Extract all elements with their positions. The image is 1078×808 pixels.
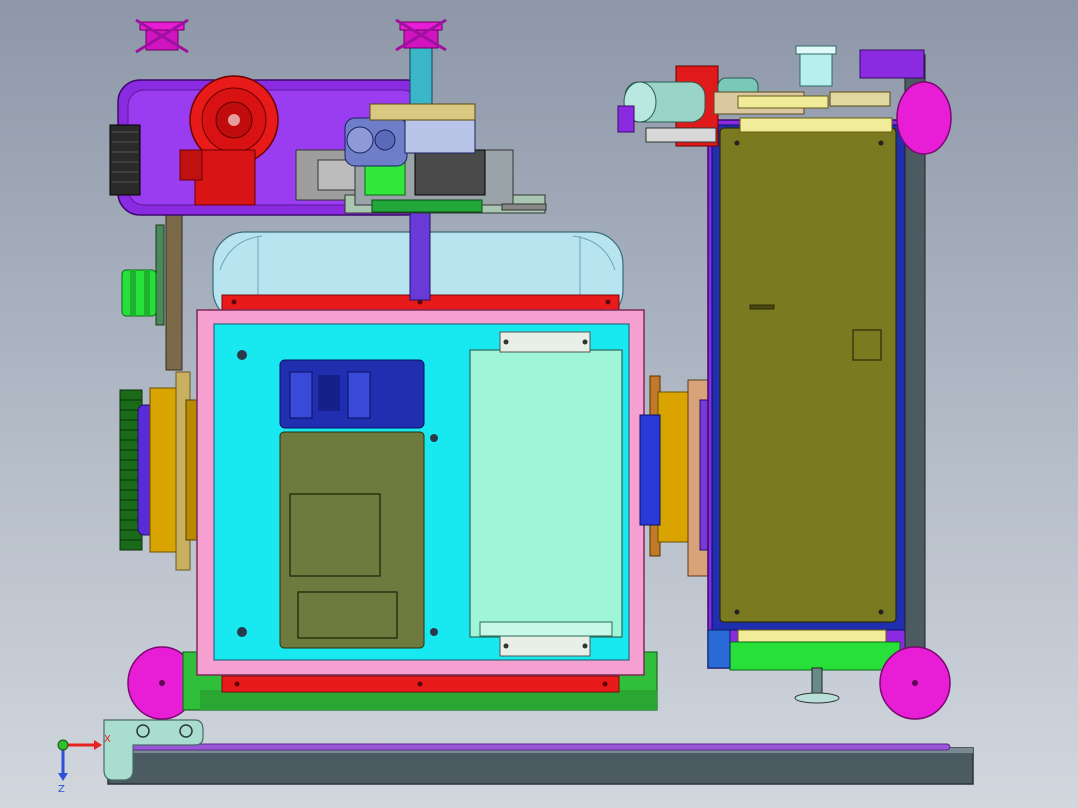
left-drum-assembly bbox=[119, 371, 199, 571]
mint-door-panel bbox=[469, 331, 623, 657]
magenta-valve-top-left bbox=[135, 18, 189, 54]
top-gearbox bbox=[344, 103, 547, 214]
cad-viewport[interactable]: X Z bbox=[0, 0, 1078, 808]
triad-x-arrow bbox=[94, 740, 102, 750]
leveling-foot bbox=[794, 667, 840, 704]
triad-z-arrow bbox=[58, 773, 68, 781]
orientation-triad[interactable]: X Z bbox=[57, 734, 111, 795]
triad-z-label: Z bbox=[58, 784, 65, 795]
triad-x-label: X bbox=[104, 734, 111, 745]
magenta-valve-top-center bbox=[395, 18, 447, 52]
control-panel bbox=[279, 359, 425, 429]
right-drum-assembly bbox=[639, 375, 715, 577]
triad-y-axis bbox=[57, 739, 69, 751]
base-plate bbox=[107, 743, 974, 785]
right-cabinet bbox=[707, 117, 909, 671]
right-wheel-upper bbox=[896, 81, 952, 155]
right-wheel-lower bbox=[879, 646, 951, 720]
olive-access-panel bbox=[279, 431, 425, 649]
